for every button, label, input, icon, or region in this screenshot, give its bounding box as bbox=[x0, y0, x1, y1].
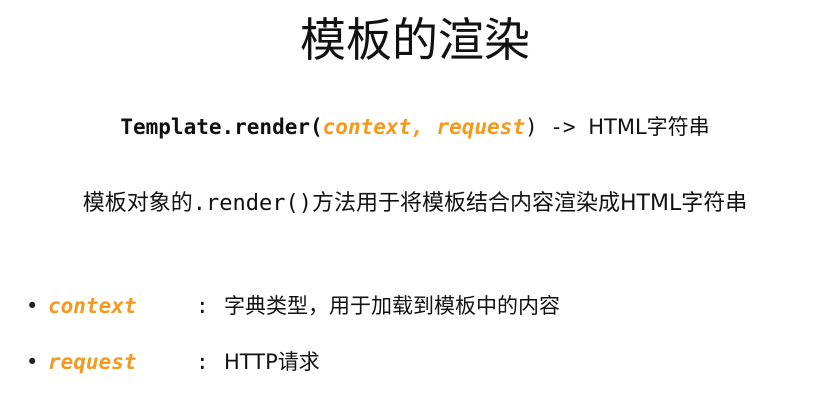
method-signature: Template.render(context, request) -> HTM… bbox=[0, 112, 830, 142]
bullet-colon: : bbox=[196, 294, 209, 318]
bullet-dot-icon: • bbox=[26, 350, 39, 374]
signature-arg-request: request bbox=[436, 115, 525, 139]
bullet-colon: : bbox=[196, 350, 209, 374]
signature-method: Template.render( bbox=[120, 115, 323, 139]
description-code: .render() bbox=[192, 191, 312, 216]
signature-arrow: ) -> bbox=[524, 115, 589, 139]
signature-arg-context: context, bbox=[322, 115, 424, 139]
bullet-text: HTTP请求 bbox=[224, 350, 320, 374]
description-after: 方法用于将模板结合内容渲染成HTML字符串 bbox=[312, 191, 748, 216]
bullet-term: context bbox=[48, 294, 137, 318]
description-text: 模板对象的.render()方法用于将模板结合内容渲染成HTML字符串 bbox=[0, 188, 830, 220]
bullet-term: request bbox=[48, 350, 137, 374]
description-before: 模板对象的 bbox=[82, 191, 193, 216]
bullet-item-context: • context: 字典类型，用于加载到模板中的内容 bbox=[26, 291, 560, 321]
bullet-dot-icon: • bbox=[26, 294, 39, 318]
slide-title: 模板的渲染 bbox=[300, 13, 530, 67]
bullet-item-request: • request: HTTP请求 bbox=[26, 347, 320, 377]
bullet-text: 字典类型，用于加载到模板中的内容 bbox=[224, 294, 560, 318]
signature-return-type: HTML字符串 bbox=[588, 115, 710, 139]
